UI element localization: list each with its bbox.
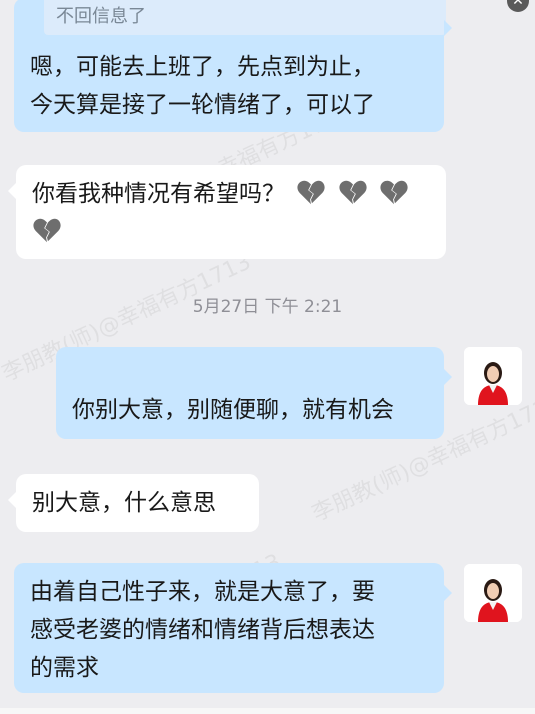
broken-heart-icon: [380, 180, 408, 205]
broken-heart-icon: [339, 180, 367, 205]
message-text: 你别大意，别随便聊，就有机会: [72, 397, 394, 423]
message-bubble-incoming[interactable]: 别大意，什么意思: [8, 474, 259, 532]
broken-heart-icon: [297, 180, 325, 205]
broken-heart-icon: [33, 218, 61, 243]
quoted-message-text: 不回信息了: [56, 6, 146, 27]
message-text: 嗯，可能去上班了，先点到为止，: [30, 54, 375, 80]
avatar-image: [464, 347, 522, 405]
message-emoji-row: [32, 213, 430, 251]
avatar[interactable]: [464, 347, 522, 405]
message-text: 的需求: [30, 655, 99, 681]
message-bubble-outgoing[interactable]: 不回信息了 嗯，可能去上班了，先点到为止， 今天算是接了一轮情绪了，可以了: [14, 0, 452, 132]
message-text: 由着自己性子来，就是大意了，要: [30, 579, 375, 605]
close-icon[interactable]: ✕: [507, 0, 529, 12]
message-bubble-incoming[interactable]: 你看我种情况有希望吗？: [8, 165, 446, 259]
avatar[interactable]: [464, 564, 522, 622]
message-text: 别大意，什么意思: [32, 490, 216, 516]
message-text-row: 你看我种情况有希望吗？: [32, 175, 430, 213]
avatar-image: [464, 564, 522, 622]
message-timestamp: 5月27日 下午 2:21: [192, 297, 343, 317]
quoted-message[interactable]: 不回信息了: [44, 0, 446, 35]
message-text: 你看我种情况有希望吗？: [32, 181, 285, 207]
message-text: 感受老婆的情绪和情绪背后想表达: [30, 617, 375, 643]
input-bar-edge: [0, 708, 535, 714]
message-text: 今天算是接了一轮情绪了，可以了: [30, 92, 375, 118]
message-bubble-outgoing[interactable]: 你别大意，别随便聊，就有机会: [56, 347, 452, 439]
message-bubble-outgoing[interactable]: 由着自己性子来，就是大意了，要 感受老婆的情绪和情绪背后想表达 的需求: [14, 563, 452, 693]
